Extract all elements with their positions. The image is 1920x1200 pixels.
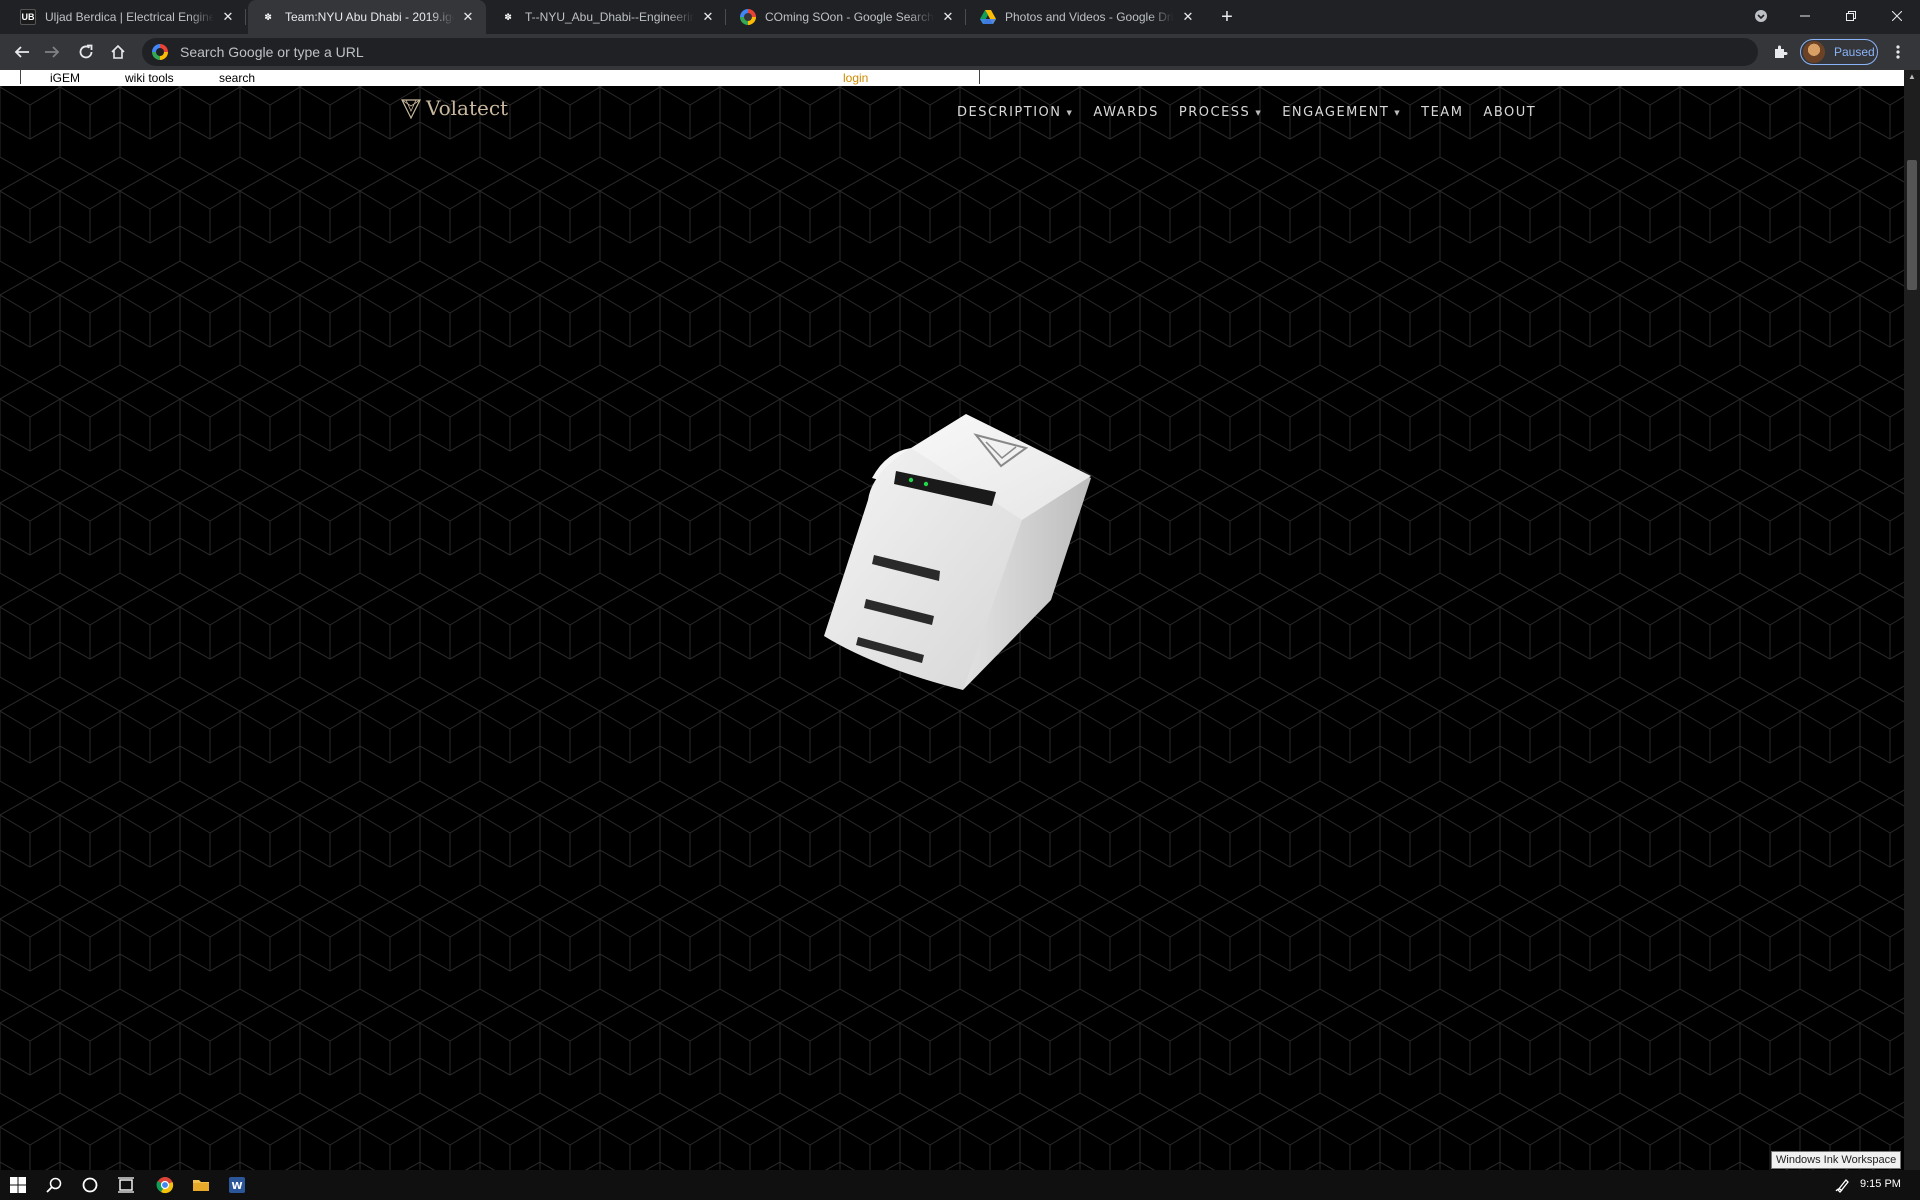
tab-separator xyxy=(245,9,246,25)
minimize-icon[interactable] xyxy=(1782,0,1828,32)
logo-text: Volatect xyxy=(426,96,509,120)
tab-team-nyu-abu-dhabi[interactable]: ✽ Team:NYU Abu Dhabi - 2019.igem.org ✕ xyxy=(248,0,486,34)
back-icon[interactable] xyxy=(8,38,36,66)
drive-favicon-icon xyxy=(980,9,996,25)
browser-tab-strip: UB Uljad Berdica | Electrical Engineer ✕… xyxy=(0,0,1920,34)
google-favicon-icon xyxy=(740,9,756,25)
nav-label: ENGAGEMENT xyxy=(1282,105,1390,120)
close-icon[interactable]: ✕ xyxy=(460,9,476,25)
tab-search-icon[interactable] xyxy=(1738,0,1784,32)
web-page: iGEM wiki tools search login Volatect DE… xyxy=(0,70,1904,1186)
search-link[interactable]: search xyxy=(219,71,255,85)
home-icon[interactable] xyxy=(104,38,132,66)
wiki-tools-link[interactable]: wiki tools xyxy=(125,71,174,85)
close-icon[interactable]: ✕ xyxy=(940,9,956,25)
windows-ink-icon[interactable] xyxy=(1825,1170,1861,1200)
windows-taskbar: W 9:15 PM xyxy=(0,1170,1920,1200)
tab-engineering[interactable]: ✽ T--NYU_Abu_Dhabi--Engineering ✕ xyxy=(488,0,726,34)
address-bar[interactable]: Search Google or type a URL xyxy=(142,38,1758,66)
volatect-logo-icon xyxy=(401,99,421,119)
login-link[interactable]: login xyxy=(843,71,868,85)
nav-process[interactable]: PROCESS ▼ xyxy=(1179,105,1262,120)
tab-google-drive[interactable]: Photos and Videos - Google Drive ✕ xyxy=(968,0,1206,34)
cortana-icon[interactable] xyxy=(72,1170,108,1200)
avatar xyxy=(1803,41,1825,63)
tab-google-search[interactable]: COming SOon - Google Search ✕ xyxy=(728,0,966,34)
scroll-up-arrow-icon[interactable]: ▲ xyxy=(1905,72,1919,84)
nav-awards[interactable]: AWARDS xyxy=(1093,105,1159,120)
google-icon xyxy=(152,44,168,60)
scrollbar-thumb[interactable] xyxy=(1907,160,1917,290)
address-bar-placeholder: Search Google or type a URL xyxy=(180,44,364,60)
forward-icon[interactable] xyxy=(38,38,66,66)
profile-status: Paused xyxy=(1834,45,1875,59)
nav-label: PROCESS xyxy=(1178,105,1251,120)
device-3d-model xyxy=(824,414,1091,690)
nav-team[interactable]: TEAM xyxy=(1421,105,1463,120)
igem-favicon-icon: ✽ xyxy=(504,11,512,22)
igem-favicon-icon: ✽ xyxy=(264,11,272,22)
restore-icon[interactable] xyxy=(1828,0,1874,32)
tab-separator xyxy=(725,9,726,25)
tab-title: Photos and Videos - Google Drive xyxy=(1005,10,1174,24)
divider xyxy=(20,70,21,84)
word-icon[interactable]: W xyxy=(219,1170,255,1200)
nav-about[interactable]: ABOUT xyxy=(1483,105,1536,120)
tab-uljad-berdica[interactable]: UB Uljad Berdica | Electrical Engineer ✕ xyxy=(8,0,246,34)
system-clock[interactable]: 9:15 PM xyxy=(1860,1178,1901,1190)
close-icon[interactable]: ✕ xyxy=(700,9,716,25)
close-icon[interactable]: ✕ xyxy=(220,9,236,25)
tab-title: T--NYU_Abu_Dhabi--Engineering xyxy=(525,10,694,24)
svg-text:W: W xyxy=(231,1181,242,1192)
tab-separator xyxy=(965,9,966,25)
search-icon[interactable] xyxy=(36,1170,72,1200)
extensions-icon[interactable] xyxy=(1766,38,1794,66)
reload-icon[interactable] xyxy=(72,38,100,66)
caret-down-icon: ▼ xyxy=(1066,108,1074,117)
windows-start-icon[interactable] xyxy=(0,1170,36,1200)
nav-label: ABOUT xyxy=(1483,105,1537,120)
caret-down-icon: ▼ xyxy=(1255,108,1263,117)
tab-title: Uljad Berdica | Electrical Engineer xyxy=(45,10,214,24)
divider xyxy=(979,70,980,84)
caret-down-icon: ▼ xyxy=(1394,108,1402,117)
window-close-icon[interactable] xyxy=(1874,0,1920,32)
browser-toolbar: Search Google or type a URL Paused xyxy=(0,34,1920,70)
taskbar-tooltip: Windows Ink Workspace xyxy=(1771,1151,1902,1169)
new-tab-button[interactable]: + xyxy=(1215,5,1239,29)
main-nav: DESCRIPTION ▼ AWARDS PROCESS ▼ ENGAGEMEN… xyxy=(957,105,1556,120)
igem-link[interactable]: iGEM xyxy=(50,71,80,85)
file-explorer-icon[interactable] xyxy=(183,1170,219,1200)
nav-engagement[interactable]: ENGAGEMENT ▼ xyxy=(1282,105,1401,120)
site-logo[interactable]: Volatect xyxy=(400,96,508,120)
task-view-icon[interactable] xyxy=(108,1170,144,1200)
close-icon[interactable]: ✕ xyxy=(1180,9,1196,25)
tab-title: COming SOon - Google Search xyxy=(765,10,934,24)
ub-favicon-icon: UB xyxy=(20,9,36,25)
nav-label: DESCRIPTION xyxy=(957,105,1062,120)
chrome-icon[interactable] xyxy=(147,1170,183,1200)
nav-label: AWARDS xyxy=(1093,105,1159,120)
nav-description[interactable]: DESCRIPTION ▼ xyxy=(957,105,1073,120)
nav-label: TEAM xyxy=(1421,105,1464,120)
tab-title: Team:NYU Abu Dhabi - 2019.igem.org xyxy=(285,10,454,24)
menu-icon[interactable] xyxy=(1884,38,1912,66)
profile-button[interactable]: Paused xyxy=(1800,39,1878,65)
igem-top-bar: iGEM wiki tools search login xyxy=(0,70,1904,86)
